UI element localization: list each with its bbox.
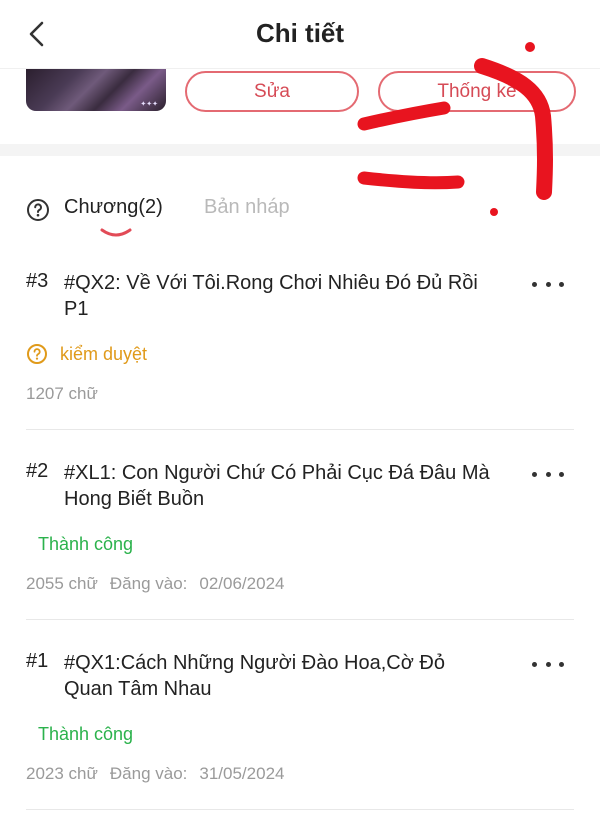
tab-chapters[interactable]: Chương(2) bbox=[64, 196, 163, 219]
story-cover-image[interactable]: ✦✦✦ bbox=[26, 69, 166, 111]
tab-drafts[interactable]: Bản nháp bbox=[204, 196, 290, 219]
chapter-meta: 1207 chữ bbox=[26, 384, 98, 404]
dot-icon bbox=[532, 281, 537, 287]
chapter-tabs: Chương(2) Bản nháp bbox=[0, 156, 600, 246]
chapter-meta: 2023 chữ Đăng vào: 31/05/2024 bbox=[26, 764, 284, 784]
section-divider bbox=[0, 144, 600, 156]
status-text: Thành công bbox=[38, 534, 134, 554]
dot-icon bbox=[532, 471, 537, 477]
review-pending-icon bbox=[27, 344, 47, 364]
more-options-button[interactable] bbox=[532, 274, 564, 294]
dot-icon bbox=[559, 471, 564, 477]
dot-icon bbox=[532, 661, 537, 667]
posted-date: 02/06/2024 bbox=[199, 574, 285, 593]
status-text: Thành công bbox=[38, 724, 134, 744]
status-label: kiểm duyệt bbox=[26, 343, 147, 365]
chapter-item-1[interactable]: #1 #QX1:Cách Những Người Đào Hoa,Cờ Đỏ Q… bbox=[0, 626, 600, 814]
word-count: 1207 chữ bbox=[26, 384, 98, 403]
chapter-title: #QX1:Cách Những Người Đào Hoa,Cờ Đỏ Quan… bbox=[64, 652, 445, 700]
chapter-title: #QX2: Về Với Tôi.Rong Chơi Nhiêu Đó Đủ R… bbox=[64, 272, 478, 320]
chapter-item-3[interactable]: #3 #QX2: Về Với Tôi.Rong Chơi Nhiêu Đó Đ… bbox=[0, 246, 600, 430]
chapter-number: #1 bbox=[26, 650, 49, 672]
status-text: kiểm duyệt bbox=[60, 343, 148, 364]
dot-icon bbox=[559, 281, 564, 287]
story-actions-row: ✦✦✦ Sửa Thống kê bbox=[0, 68, 600, 144]
stats-button[interactable]: Thống kê bbox=[378, 71, 576, 112]
active-tab-indicator bbox=[100, 228, 132, 237]
divider bbox=[26, 809, 574, 810]
posted-date: 31/05/2024 bbox=[199, 764, 285, 783]
top-bar: Chi tiết bbox=[0, 0, 600, 68]
chapter-meta: 2055 chữ Đăng vào: 02/06/2024 bbox=[26, 574, 284, 594]
word-count: 2055 chữ bbox=[26, 574, 98, 593]
dot-icon bbox=[545, 471, 551, 477]
chapter-item-2[interactable]: #2 #XL1: Con Người Chứ Có Phải Cục Đá Đâ… bbox=[0, 436, 600, 620]
more-options-button[interactable] bbox=[532, 464, 564, 484]
more-options-button[interactable] bbox=[532, 654, 564, 674]
help-circle-icon[interactable] bbox=[26, 198, 50, 222]
dot-icon bbox=[559, 661, 564, 667]
dot-icon bbox=[545, 661, 551, 667]
word-count: 2023 chữ bbox=[26, 764, 98, 783]
chapter-title: #XL1: Con Người Chứ Có Phải Cục Đá Đâu M… bbox=[64, 462, 490, 510]
posted-label: Đăng vào: bbox=[109, 574, 188, 593]
divider bbox=[26, 429, 574, 430]
dot-icon bbox=[545, 281, 551, 287]
page-title: Chi tiết bbox=[255, 18, 345, 48]
chapter-number: #2 bbox=[26, 460, 49, 482]
cover-watermark: ✦✦✦ bbox=[140, 100, 158, 108]
posted-label: Đăng vào: bbox=[109, 764, 188, 783]
divider bbox=[26, 619, 574, 620]
chapter-number: #3 bbox=[26, 270, 49, 292]
edit-button[interactable]: Sửa bbox=[185, 71, 359, 112]
